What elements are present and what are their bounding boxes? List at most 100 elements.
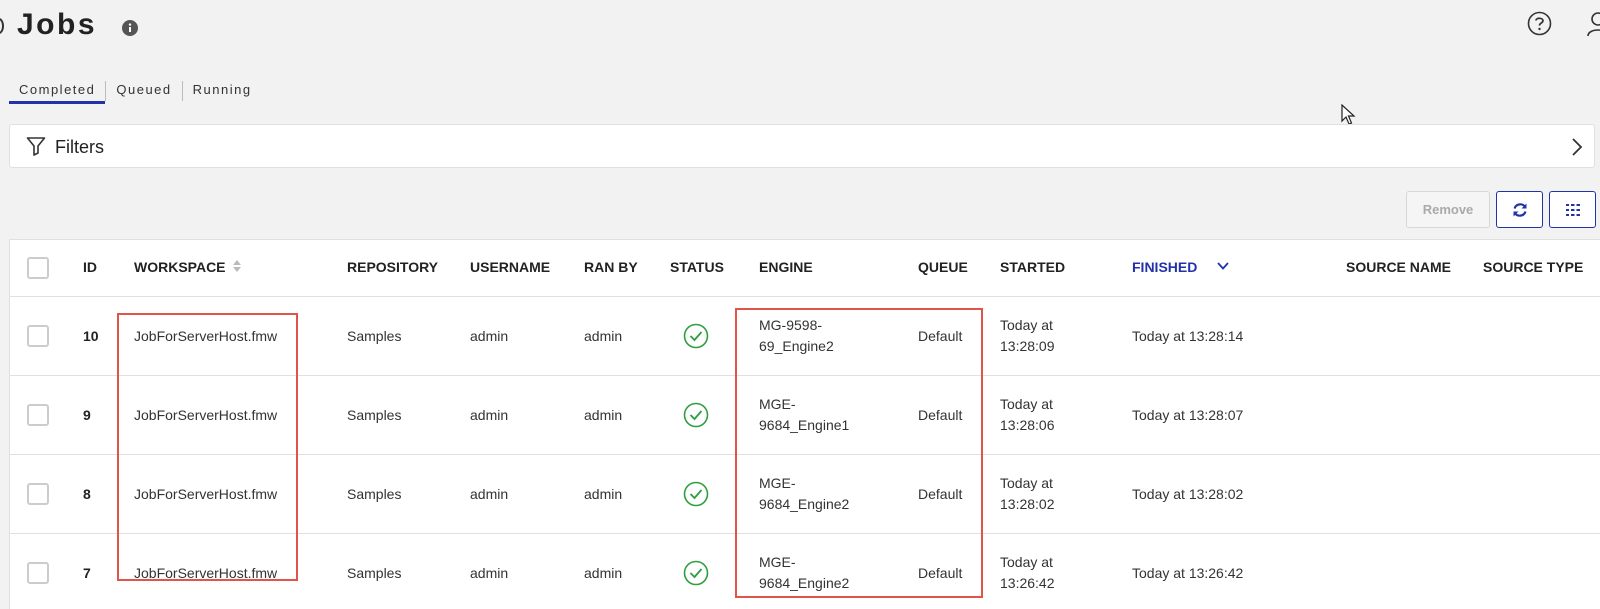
started-line-2: 13:28:06 [1000,417,1055,433]
mouse-cursor-icon [1341,104,1356,125]
started-line-1: Today at [1000,317,1053,333]
job-id: 9 [83,407,91,423]
started-line-2: 13:28:02 [1000,496,1055,512]
columns-icon [1565,203,1580,216]
filters-panel-toggle[interactable]: Filters [9,124,1595,168]
row-checkbox[interactable] [27,325,49,347]
column-header-source-type[interactable]: SOURCE TYPE [1483,259,1583,275]
filter-icon [26,137,46,156]
started: Today at 13:28:06 [1000,394,1055,436]
ran-by: admin [584,328,623,344]
started-line-1: Today at [1000,475,1053,491]
started: Today at 13:28:02 [1000,473,1055,515]
check-circle-icon [683,323,709,349]
finished: Today at 13:26:42 [1132,565,1244,581]
tab-queued[interactable]: Queued [106,80,181,102]
column-header-id[interactable]: ID [83,259,97,275]
queue: Default [918,328,963,344]
engine: MGE- 9684_Engine1 [759,394,849,436]
repository: Samples [347,328,402,344]
started-line-1: Today at [1000,554,1053,570]
column-header-started[interactable]: STARTED [1000,259,1065,275]
started-line-1: Today at [1000,396,1053,412]
column-settings-button[interactable] [1549,191,1596,228]
column-header-username[interactable]: USERNAME [470,259,550,275]
select-all-checkbox[interactable] [27,257,49,279]
username: admin [470,407,509,423]
help-icon[interactable] [1527,11,1552,36]
table-row[interactable]: 10 JobForServerHost.fmw Samples admin ad… [10,297,1600,376]
table-row[interactable]: 8 JobForServerHost.fmw Samples admin adm… [10,455,1600,534]
page-title: Jobs [17,8,98,41]
job-id: 7 [83,565,91,581]
finished: Today at 13:28:02 [1132,486,1244,502]
remove-button[interactable]: Remove [1406,191,1490,228]
finished: Today at 13:28:07 [1132,407,1244,423]
tab-completed[interactable]: Completed [9,80,106,104]
repository: Samples [347,407,402,423]
column-header-source-name[interactable]: SOURCE NAME [1346,259,1451,275]
page-header: Jobs [0,0,1600,60]
engine: MGE- 9684_Engine2 [759,552,849,594]
refresh-icon [1512,202,1527,217]
started: Today at 13:26:42 [1000,552,1055,594]
filters-label: Filters [55,137,104,157]
engine-line-2: 9684_Engine2 [759,575,850,591]
ran-by: admin [584,486,623,502]
engine: MG-9598- 69_Engine2 [759,315,834,357]
user-icon[interactable] [1586,11,1600,37]
column-header-ran-by[interactable]: RAN BY [584,259,638,275]
info-icon[interactable] [122,20,138,36]
job-id: 10 [83,328,99,344]
username: admin [470,565,509,581]
column-header-workspace[interactable]: WORKSPACE [134,259,226,275]
queue: Default [918,486,963,502]
row-checkbox[interactable] [27,404,49,426]
username: admin [470,328,509,344]
workspace-link[interactable]: JobForServerHost.fmw [134,328,277,344]
check-circle-icon [683,481,709,507]
refresh-button[interactable] [1496,191,1543,228]
row-checkbox[interactable] [27,562,49,584]
workspace-link[interactable]: JobForServerHost.fmw [134,486,277,502]
job-id: 8 [83,486,91,502]
chevron-right-icon [1572,138,1583,156]
started: Today at 13:28:09 [1000,315,1055,357]
back-arc-icon [0,18,4,34]
engine-line-2: 69_Engine2 [759,338,834,354]
column-header-status[interactable]: STATUS [670,259,724,275]
engine-line-2: 9684_Engine1 [759,417,850,433]
row-checkbox[interactable] [27,483,49,505]
engine-line-1: MGE- [759,554,796,570]
job-status-tabs: Completed Queued Running [9,80,262,104]
table-row[interactable]: 9 JobForServerHost.fmw Samples admin adm… [10,376,1600,455]
repository: Samples [347,565,402,581]
tab-running[interactable]: Running [183,80,262,102]
column-header-queue[interactable]: QUEUE [918,259,968,275]
engine: MGE- 9684_Engine2 [759,473,849,515]
workspace-link[interactable]: JobForServerHost.fmw [134,565,277,581]
username: admin [470,486,509,502]
queue: Default [918,407,963,423]
check-circle-icon [683,402,709,428]
sort-icon[interactable] [232,259,242,273]
ran-by: admin [584,407,623,423]
chevron-down-icon[interactable] [1216,260,1230,272]
queue: Default [918,565,963,581]
engine-line-2: 9684_Engine2 [759,496,850,512]
check-circle-icon [683,560,709,586]
jobs-table: ID WORKSPACE REPOSITORY USERNAME RAN BY … [9,239,1600,609]
started-line-2: 13:28:09 [1000,338,1055,354]
started-line-2: 13:26:42 [1000,575,1055,591]
table-header: ID WORKSPACE REPOSITORY USERNAME RAN BY … [10,240,1600,297]
repository: Samples [347,486,402,502]
column-header-repository[interactable]: REPOSITORY [347,259,438,275]
engine-line-1: MGE- [759,475,796,491]
column-header-finished[interactable]: FINISHED [1132,259,1197,275]
table-row[interactable]: 7 JobForServerHost.fmw Samples admin adm… [10,534,1600,609]
finished: Today at 13:28:14 [1132,328,1244,344]
column-header-engine[interactable]: ENGINE [759,259,813,275]
engine-line-1: MGE- [759,396,796,412]
ran-by: admin [584,565,623,581]
workspace-link[interactable]: JobForServerHost.fmw [134,407,277,423]
